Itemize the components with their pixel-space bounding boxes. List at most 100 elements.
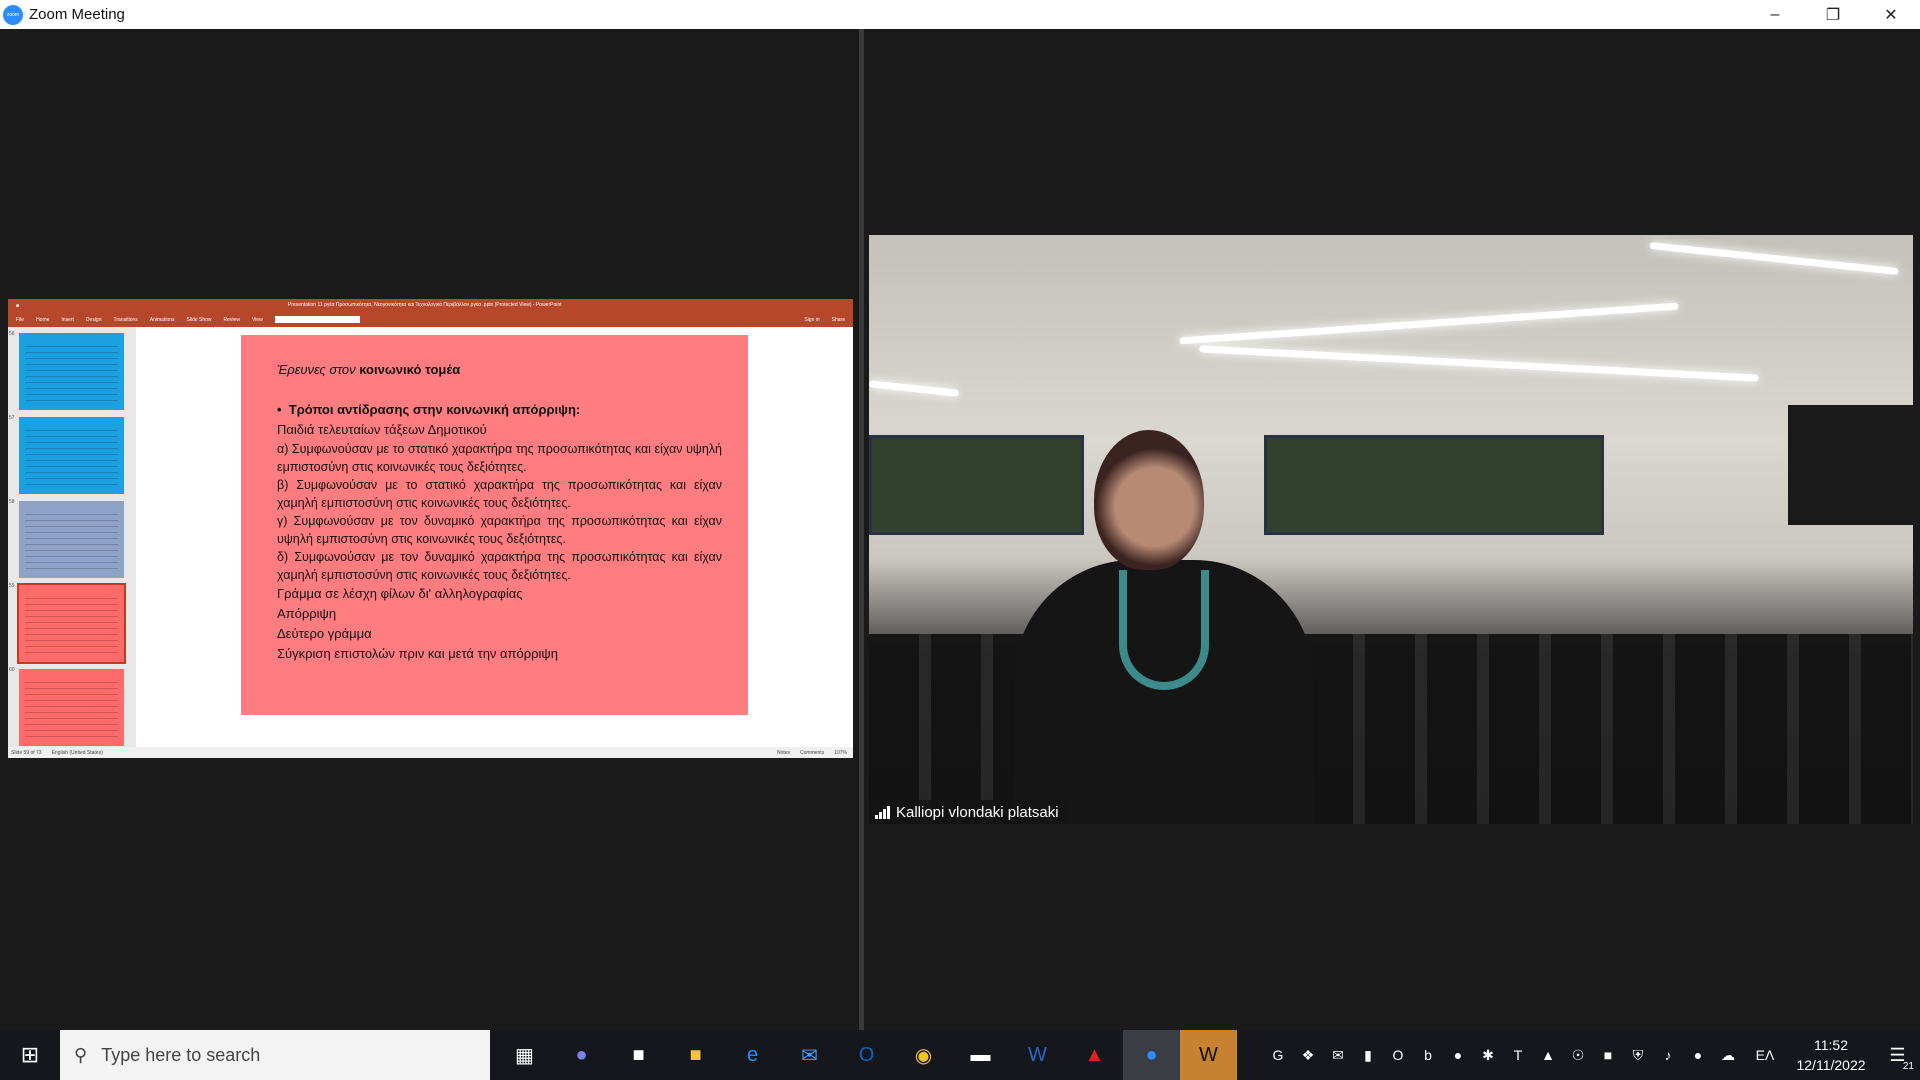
slide-item-d: δ) Συμφωνούσαν με τον δυναμικό χαρακτήρα… xyxy=(277,550,722,582)
bing-icon[interactable]: b xyxy=(1413,1047,1443,1063)
scanner-icon[interactable]: ▬ xyxy=(952,1030,1009,1080)
slide-thumbnail[interactable]: 57 xyxy=(9,415,124,494)
ppt-tab-review[interactable]: Review xyxy=(224,317,240,323)
status-language: English (United States) xyxy=(51,749,103,756)
wifi-icon[interactable]: ☉ xyxy=(1563,1047,1593,1064)
edge-icon[interactable]: e xyxy=(724,1030,781,1080)
taskbar-clock[interactable]: 11:52 12/11/2022 xyxy=(1787,1035,1875,1075)
ppt-tab-home[interactable]: Home xyxy=(36,317,49,323)
signal-bars-icon xyxy=(875,805,890,819)
ppt-search-box[interactable] xyxy=(274,316,360,323)
search-placeholder: Type here to search xyxy=(101,1044,261,1065)
ceiling-light xyxy=(1179,302,1679,345)
mail-icon[interactable]: ✉ xyxy=(781,1030,838,1080)
microphone-icon[interactable]: ● xyxy=(1683,1047,1713,1063)
status-zoom[interactable]: 107% xyxy=(834,750,847,756)
slide-line: Γράμμα σε λέσχη φίλων δι' αλληλογραφίας xyxy=(277,586,523,601)
ppt-tab-design[interactable]: Design xyxy=(86,317,102,323)
ceiling-light xyxy=(1649,241,1899,276)
ppt-ribbon: File Home Insert Design Transitions Anim… xyxy=(8,312,853,327)
status-notes[interactable]: Notes xyxy=(777,750,790,756)
ppt-tab-animations[interactable]: Animations xyxy=(150,317,175,323)
current-slide: Έρευνες στον κοινωνικό τομέα • Τρόποι αν… xyxy=(241,335,748,715)
teams-tray-icon[interactable]: T xyxy=(1503,1047,1533,1063)
participant-person xyxy=(1014,430,1314,824)
ppt-titlebar: ■ Presentation 11 ργέα Προσωπικότητα, Νε… xyxy=(8,299,853,312)
restore-button[interactable]: ❐ xyxy=(1804,0,1862,29)
grammarly-icon[interactable]: G xyxy=(1263,1047,1293,1063)
onedrive-icon[interactable]: ☁ xyxy=(1713,1047,1743,1064)
chrome-icon[interactable]: ◉ xyxy=(895,1030,952,1080)
zoom-logo-icon: zoom xyxy=(3,4,23,25)
ppt-tab-view[interactable]: View xyxy=(252,317,263,323)
dropbox-icon[interactable]: ❖ xyxy=(1293,1047,1323,1064)
mail-tray-icon[interactable]: ✉ xyxy=(1323,1047,1353,1064)
windows-start-icon[interactable]: ⊞ xyxy=(0,1030,60,1080)
ppt-tab-insert[interactable]: Insert xyxy=(61,317,74,323)
slide-thumbnail-selected[interactable]: 59 xyxy=(9,583,126,664)
outlook-icon[interactable]: O xyxy=(838,1030,895,1080)
window-title: Zoom Meeting xyxy=(29,6,125,23)
slide-item-a: α) Συμφωνούσαν με το στατικό χαρακτήρα τ… xyxy=(277,442,722,474)
security-shield-icon[interactable]: ⛨ xyxy=(1623,1047,1653,1064)
file-explorer-icon[interactable]: ■ xyxy=(667,1030,724,1080)
clock-date: 12/11/2022 xyxy=(1796,1057,1866,1073)
word-icon[interactable]: W xyxy=(1009,1030,1066,1080)
volume-icon[interactable]: ♪ xyxy=(1653,1047,1683,1063)
status-comments[interactable]: Comments xyxy=(800,750,824,756)
ppt-sign-in[interactable]: Sign in xyxy=(804,317,819,323)
bluetooth-icon[interactable]: ✱ xyxy=(1473,1047,1503,1064)
close-button[interactable]: ✕ xyxy=(1862,0,1920,29)
slide-thumbnail[interactable]: 60 xyxy=(9,667,124,746)
antivirus-icon[interactable]: ■ xyxy=(1593,1047,1623,1063)
notifications-icon[interactable]: ☰ 21 xyxy=(1875,1030,1920,1080)
windows-taskbar: ⊞ ⚲ Type here to search ▦ ● ■ ■ e ✉ O ◉ … xyxy=(0,1030,1920,1080)
ppt-statusbar: Slide 59 of 73 English (United States) N… xyxy=(8,747,853,758)
slide-thumbnail[interactable]: 58 xyxy=(9,499,124,578)
clock-time: 11:52 xyxy=(1814,1037,1848,1053)
teams-icon[interactable]: ● xyxy=(553,1030,610,1080)
slide-item-b: β) Συμφωνούσαν με το στατικό χαρακτήρα τ… xyxy=(277,478,722,510)
task-view-icon[interactable]: ▦ xyxy=(496,1030,553,1080)
system-tray: G ❖ ✉ ▮ O b ● ✱ T ▲ ☉ ■ ⛨ ♪ ● ☁ ΕΛ 11:52… xyxy=(1263,1030,1920,1080)
ppt-save-icon: ■ xyxy=(16,302,20,309)
slide-line: Δεύτερο γράμμα xyxy=(277,626,372,641)
slide-item-c: γ) Συμφωνούσαν με τον δυναμικό χαρακτήρα… xyxy=(277,514,722,546)
ppt-workspace: 56 57 58 59 60 Έρευνες στον κοινωνικό το… xyxy=(8,327,853,747)
participant-video[interactable] xyxy=(869,235,1913,824)
ppt-document-title: Presentation 11 ργέα Προσωπικότητα, Νεογ… xyxy=(288,302,562,308)
slide-line: Παιδιά τελευταίων τάξεων Δημοτικού xyxy=(277,422,487,437)
ceiling-light xyxy=(869,380,960,397)
slide-thumbnail[interactable]: 56 xyxy=(9,331,124,410)
slide-line: Σύγκριση επιστολών πριν και μετά την από… xyxy=(277,646,558,661)
ppt-tab-file[interactable]: File xyxy=(16,317,24,323)
store-icon[interactable]: ■ xyxy=(610,1030,667,1080)
notification-count: 21 xyxy=(1902,1061,1914,1072)
waves-app-icon[interactable]: W xyxy=(1180,1030,1237,1080)
split-divider[interactable] xyxy=(859,29,864,1030)
outlook-tray-icon[interactable]: O xyxy=(1383,1047,1413,1063)
slide-bullet: • Τρόποι αντίδρασης στην κοινωνική απόρρ… xyxy=(277,402,581,417)
zoom-tray-icon[interactable]: ● xyxy=(1443,1047,1473,1063)
ppt-tab-slideshow[interactable]: Slide Show xyxy=(187,317,212,323)
shared-screen-powerpoint: ■ Presentation 11 ργέα Προσωπικότητα, Νε… xyxy=(8,299,853,758)
status-slide-number: Slide 59 of 73 xyxy=(11,749,42,756)
battery-icon[interactable]: ▮ xyxy=(1353,1047,1383,1064)
slide-line: Απόρριψη xyxy=(277,606,337,621)
participant-name-tag: Kalliopi vlondaki platsaki xyxy=(869,800,1067,824)
input-language[interactable]: ΕΛ xyxy=(1743,1047,1787,1063)
ceiling-light xyxy=(1199,345,1759,382)
acrobat-tray-icon[interactable]: ▲ xyxy=(1533,1047,1563,1063)
participant-name: Kalliopi vlondaki platsaki xyxy=(896,803,1059,821)
ppt-tab-transitions[interactable]: Transitions xyxy=(114,317,138,323)
slide-thumbnail-pane[interactable]: 56 57 58 59 60 xyxy=(8,327,136,747)
slide-heading: Έρευνες στον κοινωνικό τομέα xyxy=(277,362,461,377)
ppt-share-button[interactable]: Share xyxy=(832,317,845,323)
taskbar-search[interactable]: ⚲ Type here to search xyxy=(60,1030,490,1080)
search-icon: ⚲ xyxy=(74,1044,88,1065)
zoom-taskbar-icon[interactable]: ● xyxy=(1123,1030,1180,1080)
minimize-button[interactable]: – xyxy=(1746,0,1804,29)
room-window xyxy=(1264,435,1604,535)
acrobat-icon[interactable]: ▲ xyxy=(1066,1030,1123,1080)
wall-screen xyxy=(1788,405,1913,525)
